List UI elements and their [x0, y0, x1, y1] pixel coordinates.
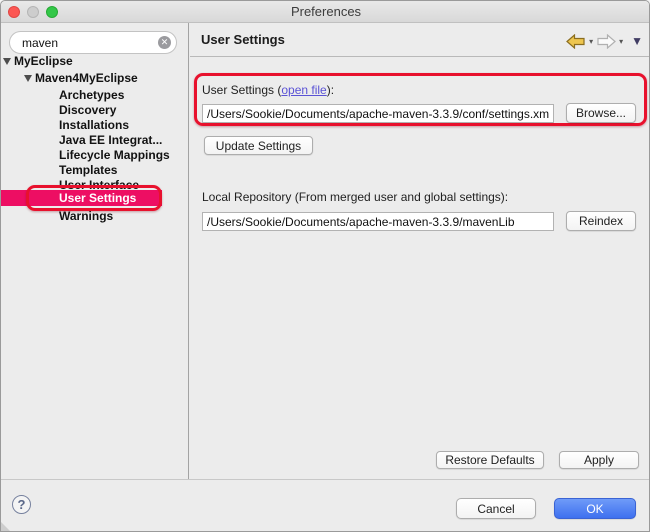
open-file-link[interactable]: open file [281, 83, 326, 97]
label-text: User Settings ( [202, 83, 281, 97]
update-settings-button[interactable]: Update Settings [204, 136, 313, 155]
panel-header-divider [190, 56, 650, 57]
ok-button[interactable]: OK [554, 498, 636, 519]
disclosure-triangle-icon[interactable] [24, 75, 32, 82]
forward-arrow-icon[interactable] [596, 34, 616, 49]
tree-item-discovery[interactable]: Discovery [59, 103, 116, 118]
label-text: ): [327, 83, 334, 97]
user-settings-label: User Settings (open file): [202, 83, 334, 97]
back-arrow-icon[interactable] [566, 34, 586, 49]
history-nav: ▾ ▾ ▼ [566, 32, 643, 50]
tree-item-user-settings[interactable]: User Settings [1, 190, 162, 206]
restore-defaults-button[interactable]: Restore Defaults [436, 451, 544, 469]
tree-item-label: Maven4MyEclipse [35, 71, 138, 85]
page-title: User Settings [201, 32, 285, 47]
titlebar: Preferences [1, 1, 650, 23]
local-repository-path-field[interactable] [202, 212, 554, 231]
sidebar-divider [188, 23, 189, 479]
tree-item-templates[interactable]: Templates [59, 163, 117, 178]
forward-dropdown-icon[interactable]: ▾ [619, 37, 623, 46]
tree-item-myeclipse[interactable]: MyEclipse [14, 54, 73, 69]
resize-grip[interactable] [1, 522, 10, 531]
tree-item-archetypes[interactable]: Archetypes [59, 88, 124, 103]
search-input[interactable] [22, 34, 152, 51]
cancel-button[interactable]: Cancel [456, 498, 536, 519]
clear-search-icon[interactable]: ✕ [158, 36, 171, 49]
view-menu-icon[interactable]: ▼ [631, 34, 643, 48]
preferences-dialog: Preferences ✕ MyEclipse Maven4MyEclipse … [0, 0, 650, 532]
filter-search-box[interactable]: ✕ [9, 31, 177, 54]
tree-item-lifecycle-mappings[interactable]: Lifecycle Mappings [59, 148, 170, 163]
tree-item-maven4myeclipse[interactable]: Maven4MyEclipse [35, 71, 138, 86]
help-button[interactable]: ? [12, 495, 31, 514]
reindex-button[interactable]: Reindex [566, 211, 636, 231]
local-repository-label: Local Repository (From merged user and g… [202, 190, 508, 204]
tree-item-installations[interactable]: Installations [59, 118, 129, 133]
disclosure-triangle-icon[interactable] [3, 58, 11, 65]
user-settings-path-field[interactable] [202, 104, 554, 123]
back-dropdown-icon[interactable]: ▾ [589, 37, 593, 46]
tree-item-label: MyEclipse [14, 54, 73, 68]
browse-button[interactable]: Browse... [566, 103, 636, 123]
footer-divider [1, 479, 650, 480]
window-title: Preferences [1, 4, 650, 19]
tree-item-java-ee-integration[interactable]: Java EE Integrat... [59, 133, 162, 148]
apply-button[interactable]: Apply [559, 451, 639, 469]
tree-item-warnings[interactable]: Warnings [59, 209, 113, 224]
